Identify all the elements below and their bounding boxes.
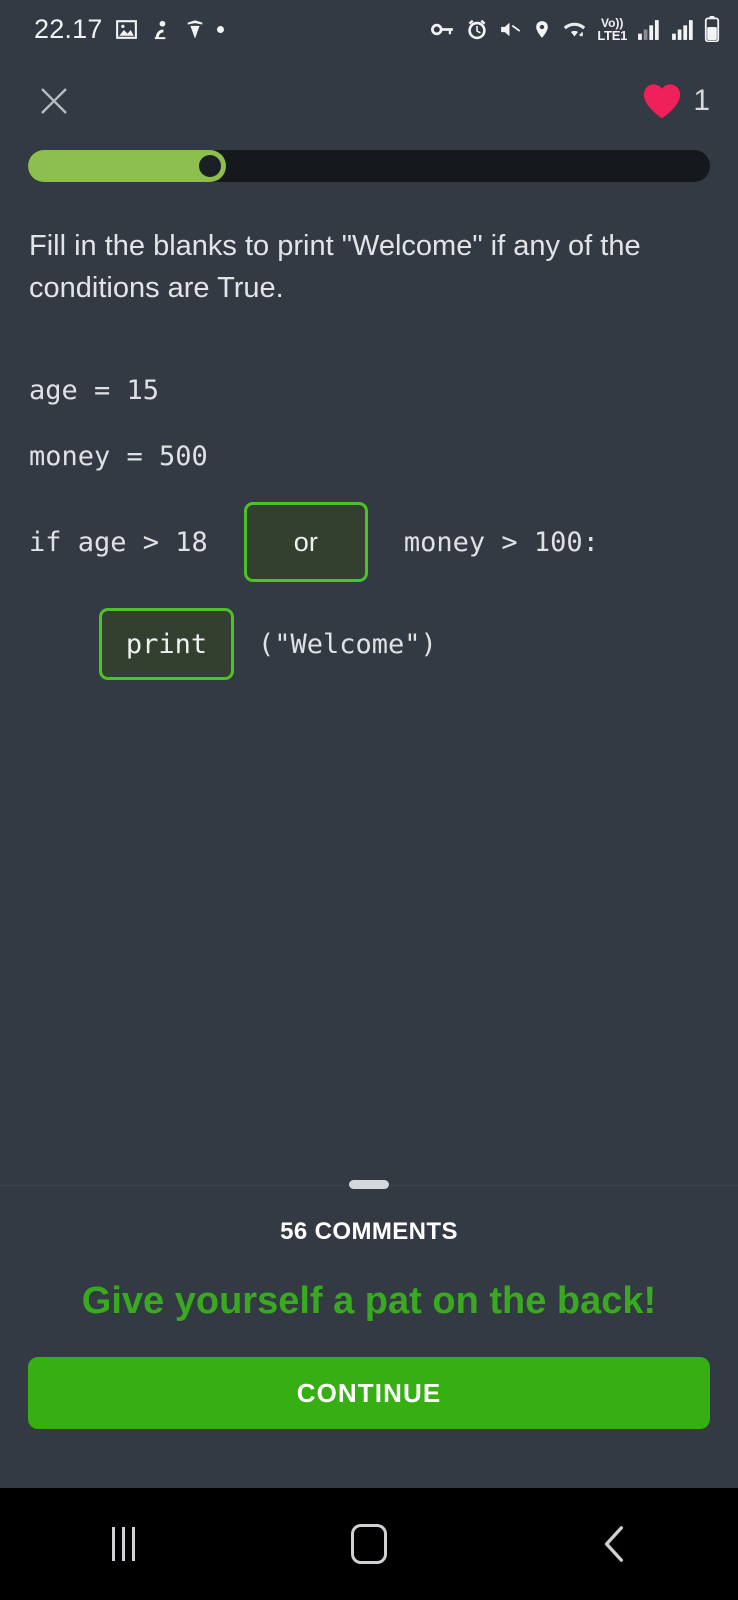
status-bar: 22.17 Vo)) LTE1 [0,0,738,58]
progress-bar [28,150,710,182]
back-icon [604,1526,623,1562]
app-icon [154,20,165,39]
wifi-icon [564,22,586,37]
blank-function[interactable]: print [99,608,234,680]
code-block: age = 15 money = 500 if age > 18 or mone… [29,370,719,706]
recents-icon [111,1527,135,1561]
home-icon [351,1524,387,1564]
lesson-header: 1 [0,58,738,144]
vpn-key-icon [431,23,454,35]
mute-icon [501,22,521,36]
status-bar-left: 22.17 [34,14,224,45]
code-line-1-text: age = 15 [29,374,160,406]
status-bar-right: Vo)) LTE1 [429,16,720,42]
home-button[interactable] [309,1504,429,1584]
praise-message: Give yourself a pat on the back! [81,1280,657,1322]
bottom-sheet-handle[interactable] [349,1180,389,1189]
volte-indicator: Vo)) LTE1 [597,17,627,42]
signal-bars-1-icon [638,19,659,40]
hearts-indicator[interactable]: 1 [641,82,710,120]
dot-icon [216,25,224,33]
back-button[interactable] [555,1504,675,1584]
code-line-1: age = 15 [29,370,719,410]
continue-button[interactable]: CONTINUE [28,1357,710,1429]
heart-icon [644,84,681,119]
question-text: Fill in the blanks to print "Welcome" if… [29,230,641,304]
alarm-icon [468,19,487,39]
status-time: 22.17 [34,13,103,44]
code-line-3-prefix: if age > 18 [29,526,208,558]
comments-link[interactable]: 56 COMMENTS [0,1218,738,1246]
close-button[interactable] [28,75,80,127]
battery-icon [704,16,720,42]
progress-fill [28,150,226,182]
recents-button[interactable] [63,1504,183,1584]
blank-operator[interactable]: or [243,502,368,582]
progress-knob [199,155,221,177]
code-line-3: if age > 18 or money > 100: [29,502,719,582]
volte-label-top: Vo)) [600,15,624,30]
code-line-2: money = 500 [29,436,719,476]
image-icon [115,19,137,39]
volte-label-bottom: LTE1 [597,27,627,43]
shield-icon [187,19,202,39]
code-line-3-suffix: money > 100: [403,526,599,558]
app-screen: 22.17 Vo)) LTE1 1 Fill in the blanks to … [0,0,738,1600]
heart-count: 1 [693,84,710,117]
signal-bars-2-icon [672,19,693,40]
location-icon [536,20,549,38]
code-line-4-suffix: ("Welcome") [258,628,437,660]
close-icon [41,88,67,114]
android-nav-bar [0,1488,738,1600]
code-line-4: print ("Welcome") [29,608,719,680]
code-line-2-text: money = 500 [29,440,208,472]
